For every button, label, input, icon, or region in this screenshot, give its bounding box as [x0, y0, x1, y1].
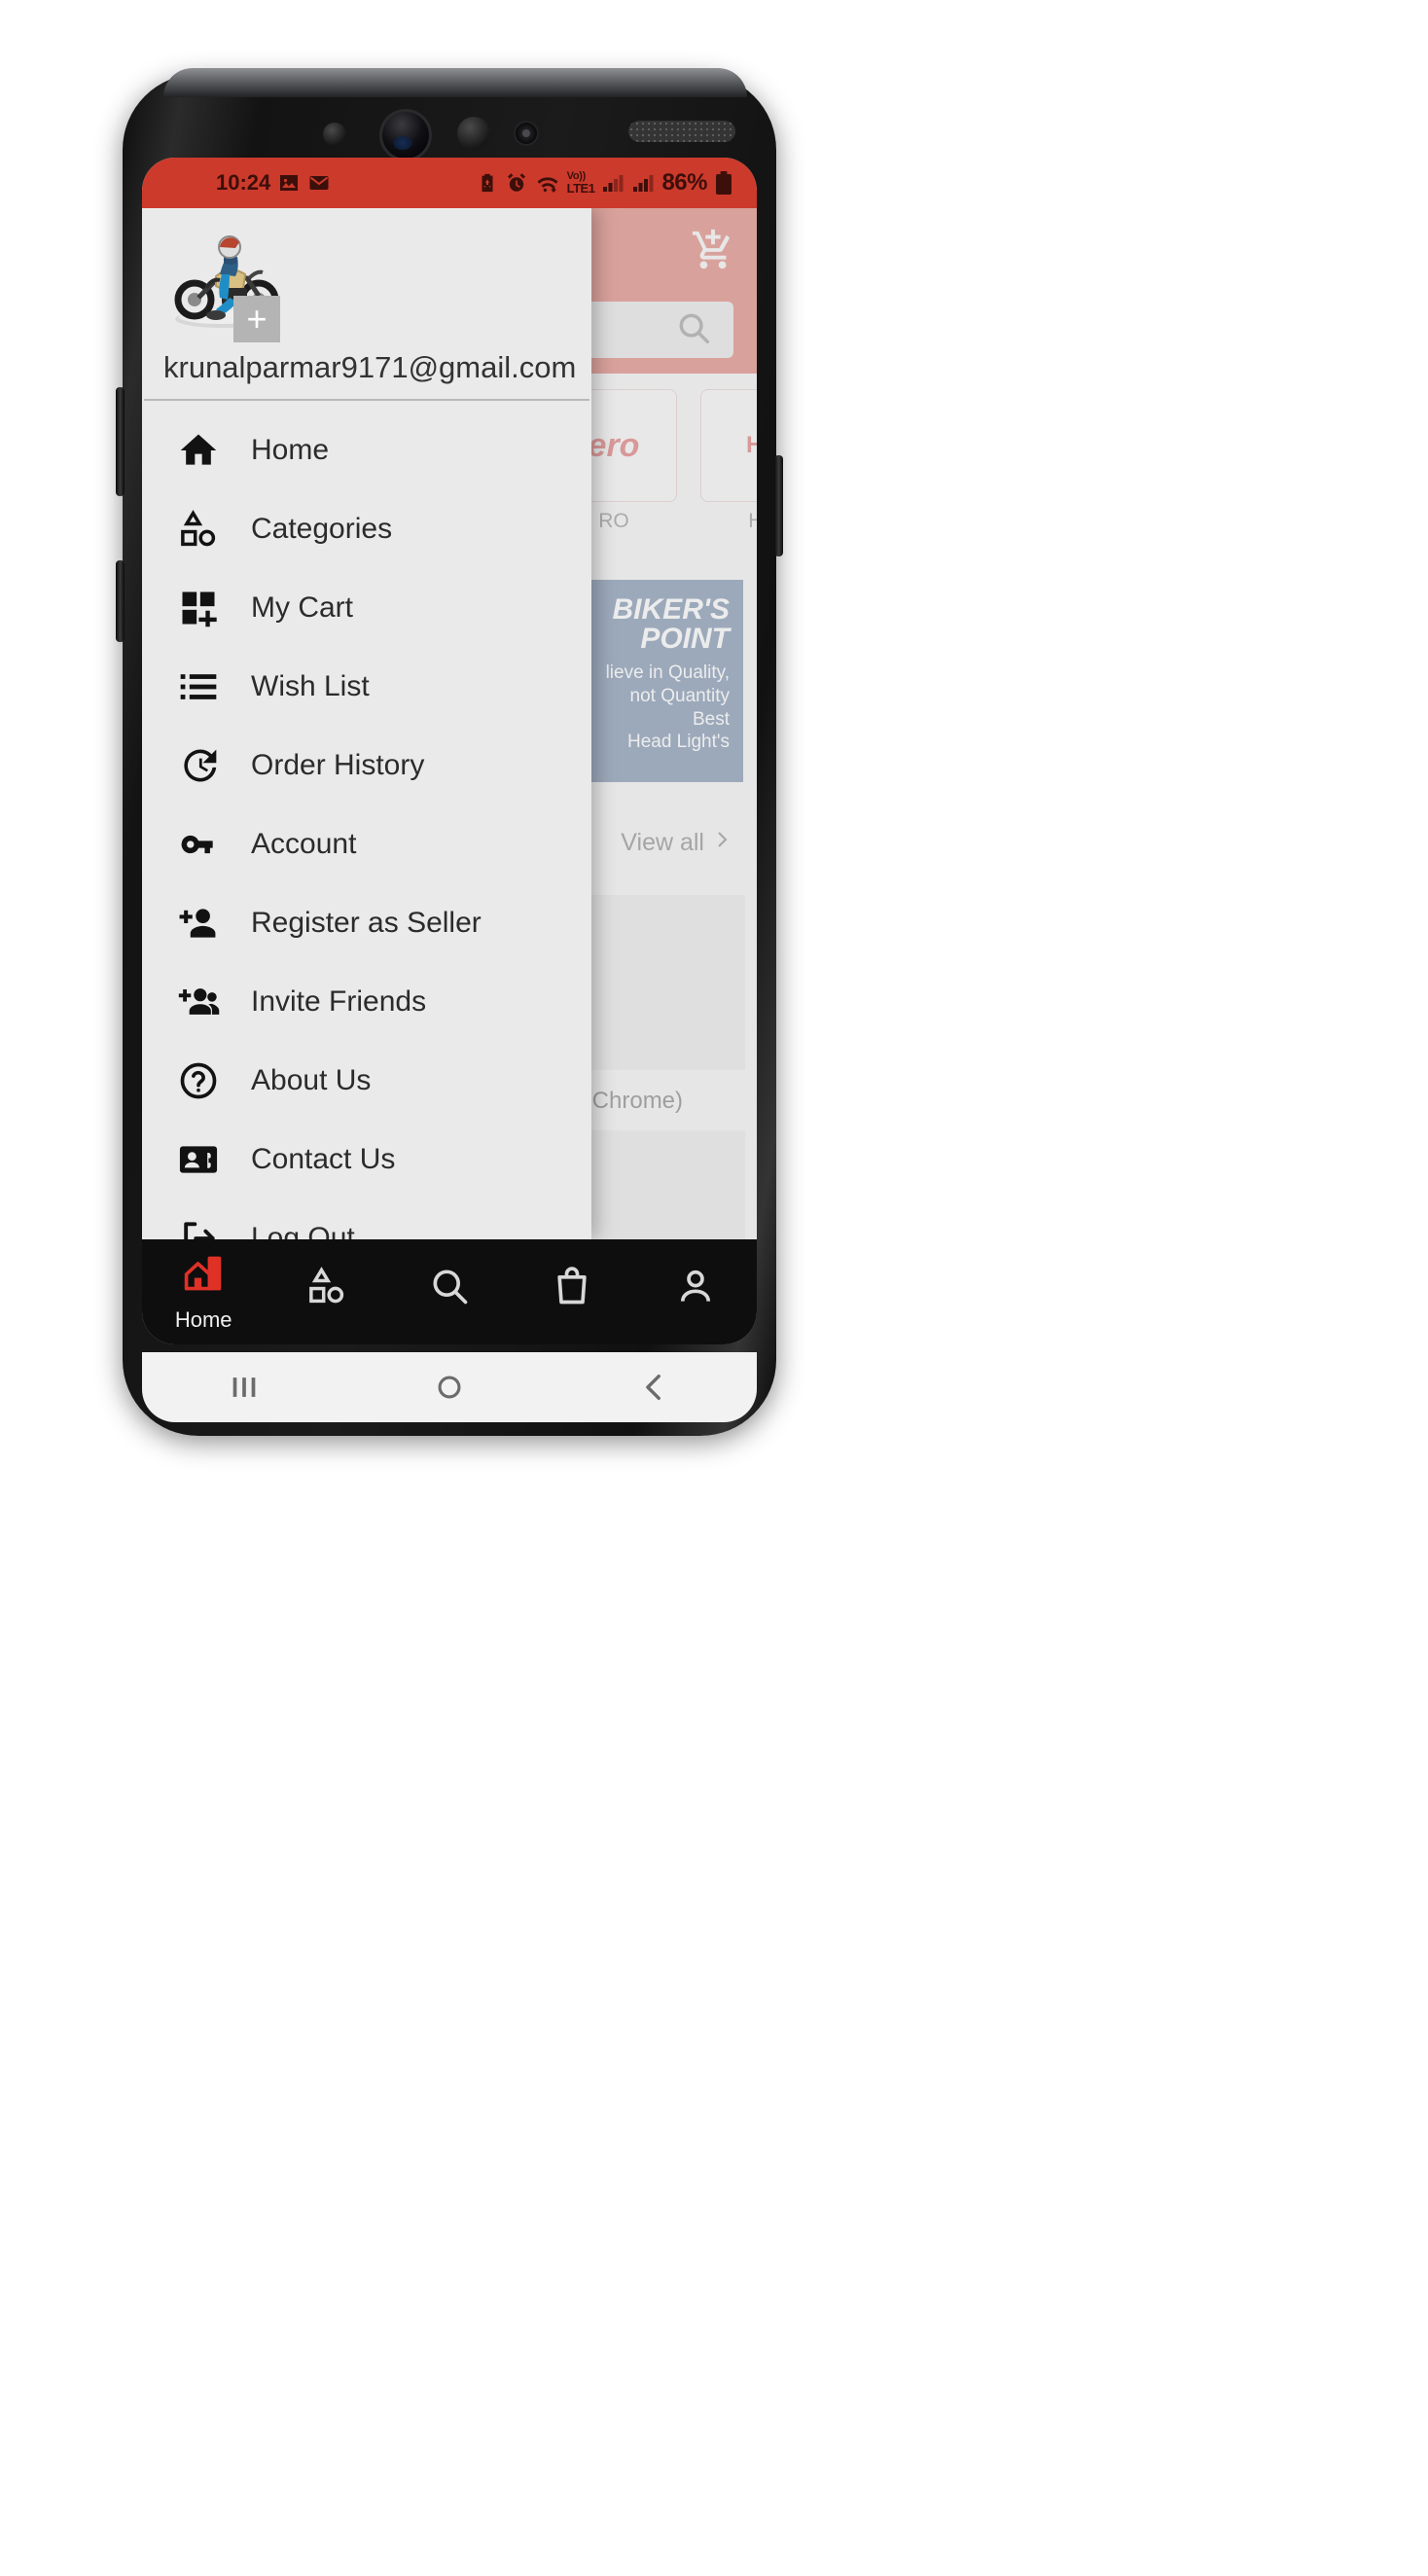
status-bar-time: 10:24: [216, 170, 271, 195]
status-bar: 10:24 Vo)) LTE1 86%: [142, 158, 757, 208]
navigation-drawer: + krunalparmar9171@gmail.com Home Catego…: [142, 208, 591, 1239]
bottom-nav-item-search[interactable]: [388, 1265, 511, 1320]
wifi-icon: [535, 171, 560, 195]
volte-indicator: Vo)) LTE1: [566, 171, 595, 196]
menu-item-label: Home: [251, 433, 330, 466]
menu-item-label: Contact Us: [251, 1142, 396, 1175]
bottom-nav-label: Home: [174, 1306, 232, 1332]
drawer-user-email: krunalparmar9171@gmail.com: [163, 350, 577, 384]
proximity-sensor-icon: [514, 121, 539, 146]
menu-item-label: About Us: [251, 1063, 372, 1096]
iris-scanner-icon: [457, 117, 490, 150]
menu-item-account[interactable]: Account: [142, 805, 591, 883]
drawer-menu-list: Home Categories My Cart Wish List Order …: [142, 401, 591, 1239]
battery-percentage: 86%: [661, 169, 707, 196]
bottom-navigation-bar: Home: [142, 1239, 757, 1344]
history-icon: [171, 744, 226, 787]
menu-item-wish-list[interactable]: Wish List: [142, 647, 591, 726]
sensor-row: [123, 74, 776, 161]
battery-icon: [714, 170, 733, 196]
recents-icon[interactable]: [200, 1362, 288, 1413]
android-system-navigation-bar: [142, 1352, 757, 1422]
menu-item-contact-us[interactable]: Contact Us: [142, 1120, 591, 1199]
bottom-nav-item-categories[interactable]: [265, 1265, 387, 1320]
menu-item-label: Categories: [251, 512, 393, 545]
alarm-icon: [505, 171, 528, 195]
notification-led-icon: [323, 123, 346, 146]
bag-icon: [551, 1265, 593, 1312]
key-icon: [171, 823, 226, 866]
menu-item-label: Wish List: [251, 669, 370, 702]
list-icon: [171, 665, 226, 708]
menu-item-label: Log Out: [251, 1221, 355, 1240]
mail-icon: [307, 171, 331, 195]
person-icon: [674, 1265, 717, 1312]
menu-item-about-us[interactable]: About Us: [142, 1041, 591, 1120]
avatar[interactable]: +: [165, 230, 284, 342]
contact-card-icon: [171, 1138, 226, 1181]
front-camera-icon: [379, 109, 432, 161]
menu-item-categories[interactable]: Categories: [142, 489, 591, 568]
bottom-nav-item-profile[interactable]: [634, 1265, 757, 1320]
menu-item-register-as-seller[interactable]: Register as Seller: [142, 883, 591, 962]
home-icon: [171, 429, 226, 472]
menu-item-label: Account: [251, 827, 357, 860]
phone-device-frame: ero RO HO HO BIKER'S POINT lieve in Qual…: [116, 68, 783, 1436]
image-icon: [277, 171, 301, 195]
menu-item-order-history[interactable]: Order History: [142, 726, 591, 805]
logout-icon: [171, 1217, 226, 1239]
people-add-icon: [171, 981, 226, 1023]
avatar-add-badge[interactable]: +: [233, 296, 280, 342]
shapes-icon: [305, 1265, 348, 1312]
help-circle-icon: [171, 1059, 226, 1102]
home-store-icon: [182, 1252, 225, 1300]
earpiece-speaker-icon: [628, 121, 735, 142]
shapes-icon: [171, 508, 226, 551]
bottom-nav-item-home[interactable]: Home: [142, 1252, 265, 1333]
battery-saver-icon: [477, 171, 498, 195]
menu-item-log-out[interactable]: Log Out: [142, 1199, 591, 1239]
bottom-nav-item-bag[interactable]: [511, 1265, 633, 1320]
volte-line-2: LTE1: [566, 181, 595, 196]
menu-item-label: Invite Friends: [251, 984, 427, 1018]
volume-button[interactable]: [116, 387, 125, 496]
signal-icon: [601, 171, 625, 195]
menu-item-label: Order History: [251, 748, 425, 781]
power-button[interactable]: [774, 455, 783, 556]
menu-item-label: My Cart: [251, 590, 353, 624]
signal-icon: [631, 171, 655, 195]
back-icon[interactable]: [611, 1362, 698, 1413]
menu-item-home[interactable]: Home: [142, 411, 591, 489]
menu-item-my-cart[interactable]: My Cart: [142, 568, 591, 647]
home-circle-icon[interactable]: [406, 1362, 493, 1413]
menu-item-label: Register as Seller: [251, 906, 482, 939]
search-icon: [428, 1265, 471, 1312]
grid-plus-icon: [171, 587, 226, 629]
person-add-icon: [171, 902, 226, 945]
drawer-header: + krunalparmar9171@gmail.com: [142, 208, 591, 399]
assistant-button[interactable]: [116, 560, 125, 642]
phone-screen: ero RO HO HO BIKER'S POINT lieve in Qual…: [142, 158, 757, 1344]
menu-item-invite-friends[interactable]: Invite Friends: [142, 962, 591, 1041]
